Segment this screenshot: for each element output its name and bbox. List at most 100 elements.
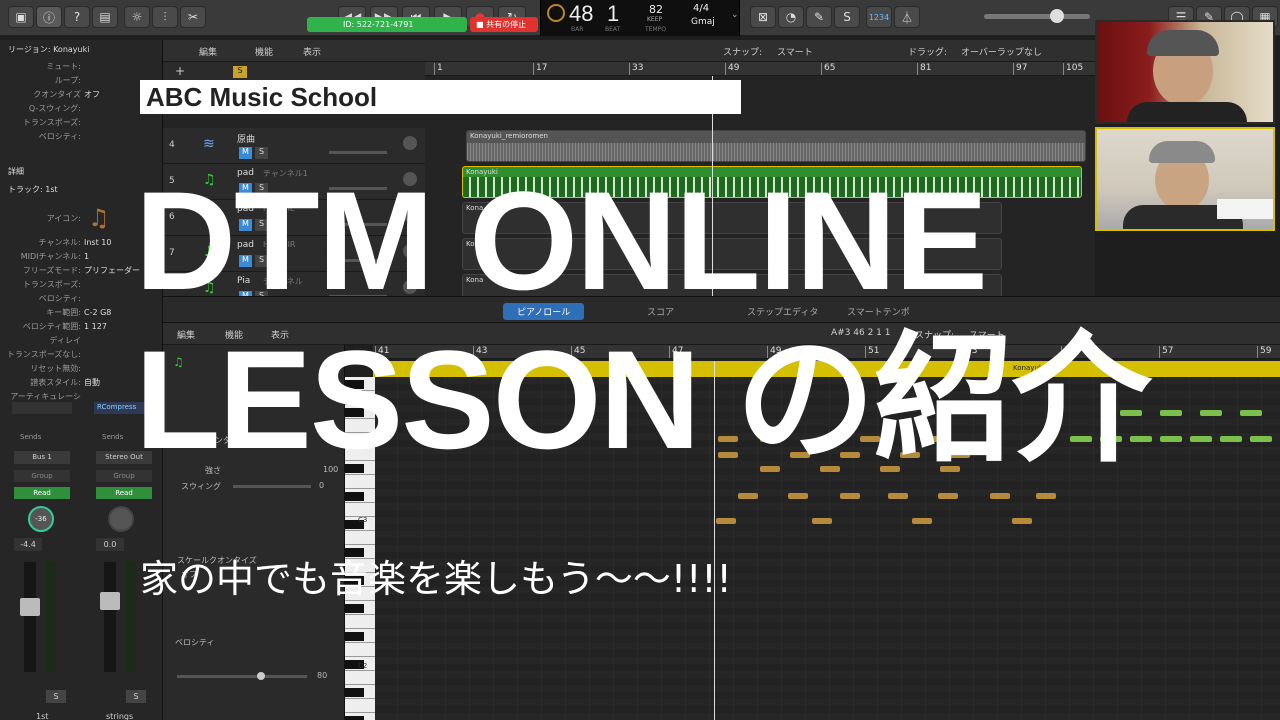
volume-knob[interactable]: [1050, 9, 1064, 23]
track-header[interactable]: 4 ≋ 原曲 M S: [163, 128, 425, 164]
midi-note[interactable]: [716, 518, 736, 524]
output-1[interactable]: Bus 1: [14, 451, 70, 464]
midi-note[interactable]: [1160, 410, 1182, 416]
piano-white-key[interactable]: [345, 531, 375, 545]
swing-slider[interactable]: [233, 485, 311, 488]
track-volume-slider[interactable]: [329, 151, 387, 154]
tracks-functions-menu[interactable]: 機能: [255, 45, 273, 58]
track-header[interactable]: トラック: 1st: [8, 184, 58, 195]
region-param-row[interactable]: クオンタイズ オフ: [0, 88, 160, 100]
region-param-row[interactable]: ミュート:: [0, 60, 160, 72]
level-meter-2: [126, 562, 136, 672]
midi-note[interactable]: [938, 493, 958, 499]
track-region[interactable]: Konayuki_remioromen: [466, 130, 1086, 162]
detail-toggle[interactable]: 詳細: [8, 166, 24, 177]
region-param-row[interactable]: Q-スウィング:: [0, 102, 160, 114]
piano-white-key[interactable]: [345, 503, 375, 517]
pencil-icon[interactable]: ✎: [806, 6, 832, 28]
param-value: オフ: [84, 89, 100, 99]
velocity-knob[interactable]: [257, 672, 265, 680]
fader-track-2[interactable]: [100, 562, 120, 672]
solo-icon[interactable]: S: [233, 66, 247, 78]
midi-note[interactable]: [738, 493, 758, 499]
region-param-row[interactable]: トランスポーズ:: [0, 116, 160, 128]
pan-knob-1[interactable]: -36: [28, 506, 54, 532]
region-header[interactable]: リージョン: Konayuki: [8, 44, 89, 55]
plugin-slot-1[interactable]: [12, 402, 72, 414]
tuner-icon[interactable]: ◔: [778, 6, 804, 28]
lcd-display[interactable]: 48 1 BAR BEAT 82 KEEP TEMPO 4/4 Gmaj ⌄: [540, 0, 740, 36]
tracks-ruler[interactable]: 1 17 33 49 65 81 97 105: [425, 62, 1095, 76]
ruler-tick: 1: [434, 63, 443, 75]
control-bar: ▣ ⓘ ? ▤ ☼ ⫶ ✂ ◀◀ ▶▶ ⏮ ▶ ● ↻ ID: 522-721-…: [0, 0, 1280, 36]
midi-note[interactable]: [788, 493, 808, 499]
region-param-row[interactable]: ベロシティ:: [0, 130, 160, 142]
midi-note[interactable]: [1250, 436, 1272, 442]
fader-cap-2[interactable]: [100, 592, 120, 610]
inspector-icon[interactable]: ⓘ: [36, 6, 62, 28]
param-value: Inst 10: [84, 237, 112, 247]
midi-note[interactable]: [1200, 410, 1222, 416]
tracks-edit-menu[interactable]: 編集: [199, 45, 217, 58]
solo-button-2[interactable]: S: [126, 690, 146, 703]
piano-black-key[interactable]: [345, 632, 364, 641]
help-icon[interactable]: ?: [64, 6, 90, 28]
midi-note[interactable]: [812, 518, 832, 524]
param-value: プリフェーダー: [84, 265, 140, 275]
velocity-slider[interactable]: [177, 672, 307, 680]
solo-button[interactable]: S: [255, 147, 268, 159]
piano-black-key[interactable]: [345, 604, 364, 613]
metronome-icon[interactable]: ⏃: [894, 6, 920, 28]
tracks-drag-select[interactable]: オーバーラップなし: [961, 45, 1042, 58]
library-icon[interactable]: ▣: [8, 6, 34, 28]
replace-icon[interactable]: ⊠: [750, 6, 776, 28]
tracks-snap-select[interactable]: スマート: [777, 45, 813, 58]
param-value: 自動: [84, 377, 100, 387]
midi-note[interactable]: [1220, 436, 1242, 442]
automation-2[interactable]: Read: [96, 487, 152, 499]
count-in-button[interactable]: 1234: [866, 6, 892, 28]
solo-icon[interactable]: S: [834, 6, 860, 28]
midi-note[interactable]: [912, 518, 932, 524]
piano-white-key[interactable]: [345, 699, 375, 713]
group-1[interactable]: Group: [14, 470, 70, 482]
smart-controls-icon[interactable]: ☼: [124, 6, 150, 28]
volume-value-1[interactable]: -4.4: [14, 538, 42, 551]
param-label: チャンネル:: [38, 237, 81, 247]
toolbar-icon[interactable]: ▤: [92, 6, 118, 28]
track-pan-knob[interactable]: [403, 136, 417, 150]
track-name[interactable]: 原曲: [237, 132, 255, 145]
add-track-icon[interactable]: +: [175, 64, 185, 78]
region-param-row[interactable]: ループ:: [0, 74, 160, 86]
piano-black-key[interactable]: [345, 716, 364, 720]
midi-note[interactable]: [1036, 493, 1056, 499]
piano-white-key[interactable]: [345, 615, 375, 629]
automation-1[interactable]: Read: [14, 487, 70, 499]
midi-note[interactable]: [990, 493, 1010, 499]
midi-note[interactable]: [1190, 436, 1212, 442]
fader-track-1[interactable]: [20, 562, 40, 672]
stop-share-button[interactable]: ■ 共有の停止: [470, 17, 538, 32]
piano-black-key[interactable]: [345, 688, 364, 697]
mixer-icon[interactable]: ⫶: [152, 6, 178, 28]
piano-white-key[interactable]: [345, 643, 375, 657]
midi-note[interactable]: [1240, 410, 1262, 416]
midi-note[interactable]: [840, 493, 860, 499]
param-label: ベロシティ範囲:: [22, 321, 81, 331]
piano-black-key[interactable]: [345, 492, 364, 501]
editors-icon[interactable]: ✂: [180, 6, 206, 28]
mute-button[interactable]: M: [239, 147, 252, 159]
pan-knob-2[interactable]: [108, 506, 134, 532]
param-label: キー範囲:: [46, 307, 81, 317]
midi-note[interactable]: [1012, 518, 1032, 524]
param-label: ディレイ: [49, 335, 81, 345]
tracks-view-menu[interactable]: 表示: [303, 45, 321, 58]
volume-value-2[interactable]: 0.0: [96, 538, 124, 551]
piano-white-key[interactable]: [345, 671, 375, 685]
fader-cap-1[interactable]: [20, 598, 40, 616]
midi-note[interactable]: [888, 493, 908, 499]
midi-note[interactable]: [1160, 436, 1182, 442]
chevron-down-icon[interactable]: ⌄: [731, 10, 739, 20]
master-volume-slider[interactable]: [984, 9, 1090, 23]
solo-button-1[interactable]: S: [46, 690, 66, 703]
